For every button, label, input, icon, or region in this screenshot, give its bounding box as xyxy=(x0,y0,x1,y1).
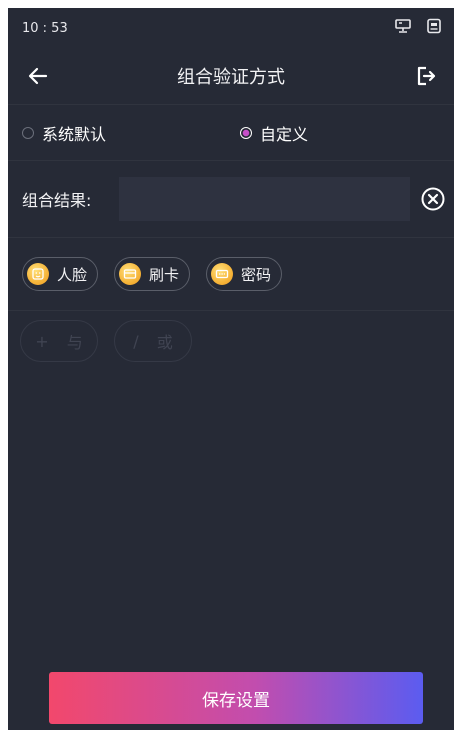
face-icon xyxy=(27,263,49,285)
clear-circle-icon xyxy=(421,187,445,211)
verification-methods: 人脸 刷卡 密码 xyxy=(8,238,454,311)
status-bar: 10 : 53 xyxy=(8,8,454,48)
title-bar: 组合验证方式 xyxy=(8,48,454,105)
method-chip-card[interactable]: 刷卡 xyxy=(114,257,191,291)
radio-label: 系统默认 xyxy=(42,124,107,144)
radio-label: 自定义 xyxy=(260,124,309,144)
status-icons xyxy=(394,18,442,38)
radio-system-default[interactable]: 系统默认 xyxy=(22,121,106,145)
radio-checked-icon xyxy=(240,126,253,139)
method-chip-password[interactable]: 密码 xyxy=(206,257,283,291)
logic-operators: + 与 / 或 xyxy=(8,311,454,371)
clear-button[interactable] xyxy=(420,186,446,212)
operator-label: 与 xyxy=(66,333,83,352)
result-label: 组合结果: xyxy=(22,191,92,210)
save-button-label: 保存设置 xyxy=(202,690,270,711)
operator-label: 或 xyxy=(156,333,173,352)
logout-icon xyxy=(417,66,436,86)
combination-result-row: 组合结果: xyxy=(8,161,454,238)
network-status-icon xyxy=(394,18,412,38)
result-field xyxy=(118,177,410,221)
operator-symbol: / xyxy=(133,331,139,351)
method-chip-face[interactable]: 人脸 xyxy=(22,257,99,291)
operator-and-button[interactable]: + 与 xyxy=(20,320,98,362)
operator-symbol: + xyxy=(35,331,49,351)
radio-custom[interactable]: 自定义 xyxy=(240,121,308,145)
password-icon xyxy=(211,263,234,285)
card-icon xyxy=(119,263,142,285)
device-status-icon xyxy=(426,18,442,38)
method-label: 密码 xyxy=(241,265,272,284)
method-label: 人脸 xyxy=(57,265,88,284)
exit-button[interactable] xyxy=(410,60,442,92)
arrow-left-icon xyxy=(28,67,48,85)
radio-unchecked-icon xyxy=(22,126,34,139)
operator-or-button[interactable]: / 或 xyxy=(114,320,192,362)
status-time: 10 : 53 xyxy=(22,20,68,36)
method-label: 刷卡 xyxy=(149,265,180,284)
back-button[interactable] xyxy=(22,60,54,92)
save-settings-button[interactable]: 保存设置 xyxy=(49,672,423,724)
verification-mode-group: 系统默认 自定义 xyxy=(8,105,454,161)
page-title: 组合验证方式 xyxy=(177,67,285,88)
app-screen: 10 : 53 组合验证方式 系统默认 自定义 组合结果: 人脸 刷卡 密码 +… xyxy=(8,8,454,730)
